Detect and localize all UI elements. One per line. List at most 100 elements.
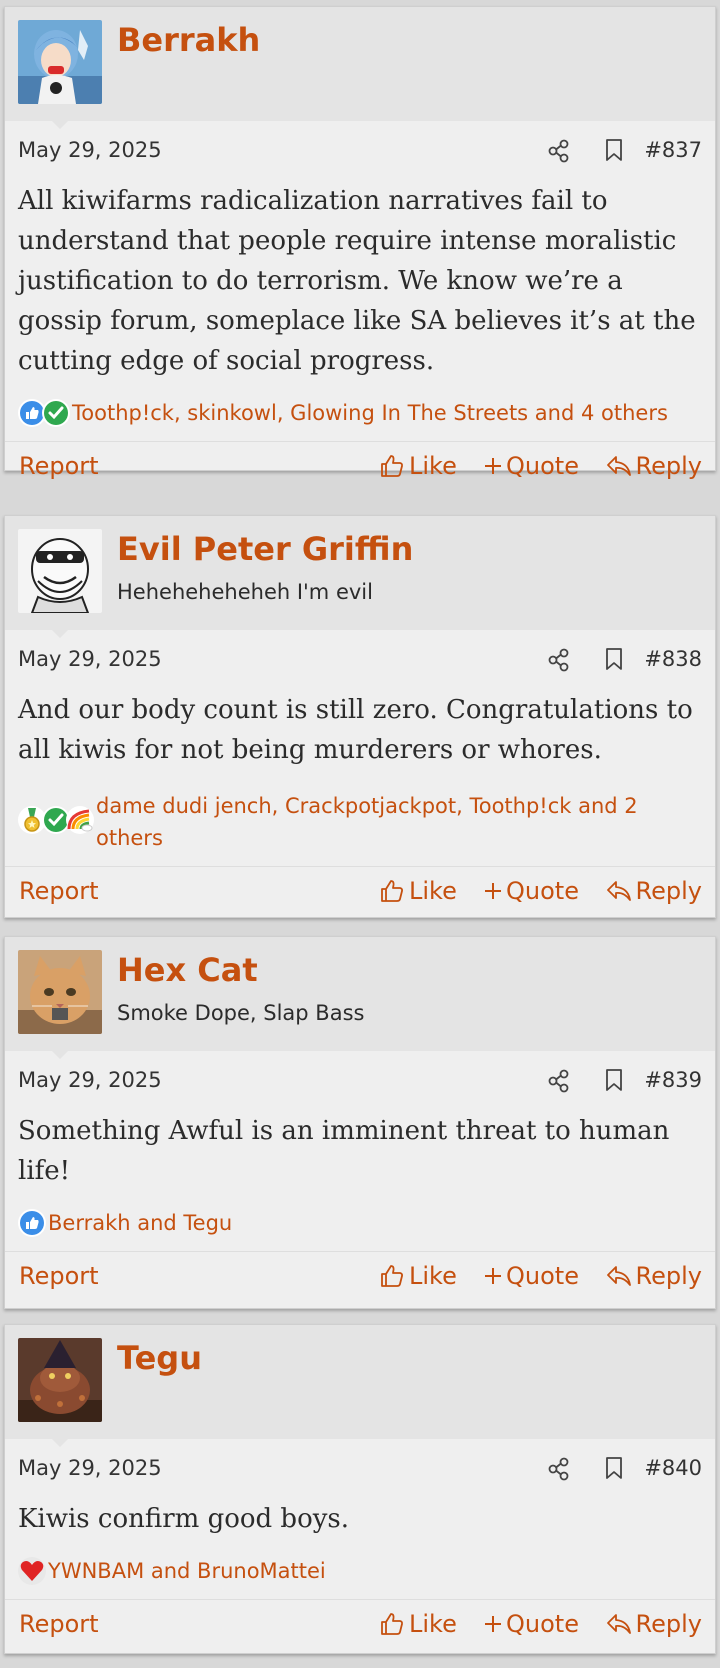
avatar[interactable]: [18, 950, 102, 1034]
post-837: Berrakh May 29, 2025 #837 All kiwifarms …: [4, 6, 716, 480]
post-body: Something Awful is an imminent threat to…: [18, 1116, 670, 1186]
post-number[interactable]: #840: [644, 1456, 702, 1480]
reactions-bar[interactable]: YWNBAM and BrunoMattei: [5, 1545, 715, 1599]
quote-label: Quote: [506, 452, 579, 480]
post-header: Evil Peter Griffin Heheheheheheh I'm evi…: [5, 516, 715, 638]
report-label: Report: [19, 1610, 99, 1638]
username[interactable]: Berrakh: [117, 21, 260, 59]
quote-button[interactable]: Quote: [484, 1262, 579, 1290]
report-label: Report: [19, 877, 99, 905]
reaction-users[interactable]: Toothp!ck, skinkowl, Glowing In The Stre…: [72, 397, 668, 429]
bookmark-icon[interactable]: [605, 1456, 623, 1480]
post-number[interactable]: #839: [644, 1068, 702, 1092]
plus-icon: [485, 883, 501, 899]
reply-arrow-icon: [606, 881, 631, 901]
reply-label: Reply: [635, 452, 702, 480]
reaction-users[interactable]: Berrakh and Tegu: [48, 1207, 232, 1239]
plus-icon: [485, 1616, 501, 1632]
like-label: Like: [409, 1610, 457, 1638]
post-meta: May 29, 2025 #838: [5, 630, 715, 690]
share-icon[interactable]: [548, 648, 570, 672]
quote-label: Quote: [506, 877, 579, 905]
quote-label: Quote: [506, 1610, 579, 1638]
post-840: Tegu May 29, 2025 #840 Kiwis confirm goo…: [4, 1324, 716, 1654]
post-meta: May 29, 2025 #839: [5, 1051, 715, 1111]
thumbs-up-icon: [381, 880, 403, 902]
thumbs-up-icon: [381, 1265, 403, 1287]
post-date[interactable]: May 29, 2025: [18, 138, 162, 162]
anime-girl-avatar-icon: [18, 20, 102, 104]
orange-cat-avatar-icon: [18, 950, 102, 1034]
post-date[interactable]: May 29, 2025: [18, 1456, 162, 1480]
username[interactable]: Hex Cat: [117, 951, 258, 989]
post-number[interactable]: #837: [644, 138, 702, 162]
reactions-bar[interactable]: Toothp!ck, skinkowl, Glowing In The Stre…: [5, 387, 715, 441]
like-reaction-icon: [18, 1209, 46, 1237]
username[interactable]: Tegu: [117, 1339, 202, 1377]
user-title: Heheheheheheh I'm evil: [117, 580, 373, 604]
reactions-bar[interactable]: Berrakh and Tegu: [5, 1197, 715, 1251]
like-label: Like: [409, 452, 457, 480]
reaction-users[interactable]: dame dudi jench, Crackpotjackpot, Toothp…: [96, 790, 702, 854]
avatar[interactable]: [18, 1338, 102, 1422]
quote-button[interactable]: Quote: [484, 452, 579, 480]
share-icon[interactable]: [548, 139, 570, 163]
quote-button[interactable]: Quote: [484, 1610, 579, 1638]
avatar[interactable]: [18, 529, 102, 613]
post-meta: May 29, 2025 #837: [5, 121, 715, 181]
share-icon[interactable]: [548, 1069, 570, 1093]
thumbs-up-icon: [381, 455, 403, 477]
quote-label: Quote: [506, 1262, 579, 1290]
agree-check-icon: [42, 399, 70, 427]
post-date[interactable]: May 29, 2025: [18, 1068, 162, 1092]
post-body: All kiwifarms radicalization narratives …: [18, 186, 696, 376]
share-icon[interactable]: [548, 1457, 570, 1481]
post-meta: May 29, 2025 #840: [5, 1439, 715, 1499]
bookmark-icon[interactable]: [605, 138, 623, 162]
reaction-icons: [18, 1555, 46, 1585]
quote-button[interactable]: Quote: [484, 877, 579, 905]
reply-label: Reply: [635, 1262, 702, 1290]
reaction-users[interactable]: YWNBAM and BrunoMattei: [48, 1555, 326, 1587]
reaction-icons: [18, 1207, 46, 1237]
reply-arrow-icon: [606, 1614, 631, 1634]
like-button[interactable]: Like: [379, 1610, 457, 1638]
plus-icon: [485, 458, 501, 474]
report-button[interactable]: Report: [19, 1262, 99, 1290]
post-actions: Report Like Quote Reply: [5, 441, 715, 503]
reply-arrow-icon: [606, 456, 631, 476]
evil-cartoon-avatar-icon: [18, 529, 102, 613]
rainbow-icon: [66, 806, 94, 834]
post-number[interactable]: #838: [644, 647, 702, 671]
reaction-icons: [18, 397, 70, 427]
report-label: Report: [19, 1262, 99, 1290]
post-date[interactable]: May 29, 2025: [18, 647, 162, 671]
reply-button[interactable]: Reply: [606, 877, 702, 905]
reply-arrow-icon: [606, 1266, 631, 1286]
report-button[interactable]: Report: [19, 877, 99, 905]
username[interactable]: Evil Peter Griffin: [117, 530, 413, 568]
reaction-icons: [18, 790, 94, 834]
post-header: Berrakh: [5, 7, 715, 129]
report-button[interactable]: Report: [19, 1610, 99, 1638]
like-label: Like: [409, 1262, 457, 1290]
bookmark-icon[interactable]: [605, 1068, 623, 1092]
reply-button[interactable]: Reply: [606, 1262, 702, 1290]
like-button[interactable]: Like: [379, 877, 457, 905]
post-839: Hex Cat Smoke Dope, Slap Bass May 29, 20…: [4, 936, 716, 1309]
reply-button[interactable]: Reply: [606, 1610, 702, 1638]
report-label: Report: [19, 452, 99, 480]
lizard-wizard-avatar-icon: [18, 1338, 102, 1422]
reactions-bar[interactable]: dame dudi jench, Crackpotjackpot, Toothp…: [5, 780, 715, 866]
like-label: Like: [409, 877, 457, 905]
post-838: Evil Peter Griffin Heheheheheheh I'm evi…: [4, 515, 716, 918]
like-button[interactable]: Like: [379, 1262, 457, 1290]
heart-icon: [18, 1557, 46, 1585]
reply-button[interactable]: Reply: [606, 452, 702, 480]
bookmark-icon[interactable]: [605, 647, 623, 671]
like-button[interactable]: Like: [379, 452, 457, 480]
report-button[interactable]: Report: [19, 452, 99, 480]
post-header: Tegu: [5, 1325, 715, 1447]
post-body: Kiwis confirm good boys.: [18, 1504, 350, 1534]
avatar[interactable]: [18, 20, 102, 104]
